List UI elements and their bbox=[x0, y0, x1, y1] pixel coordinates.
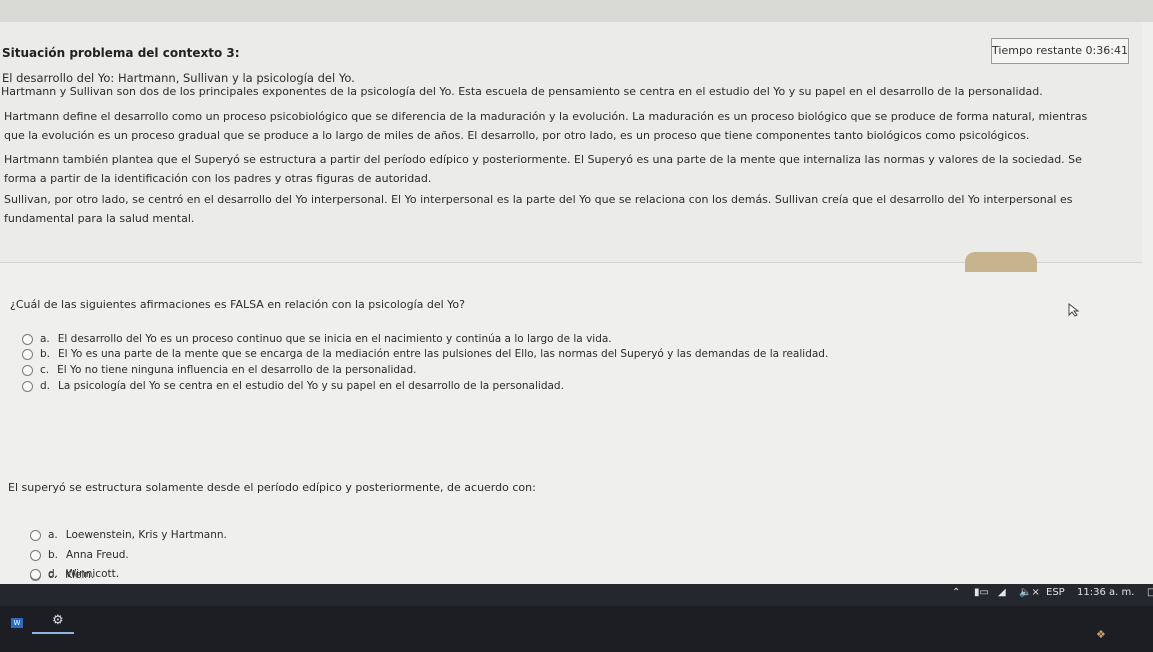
option-text: Loewenstein, Kris y Hartmann. bbox=[65, 529, 227, 541]
clock[interactable]: 11:36 a. m. bbox=[1077, 587, 1134, 598]
option-letter: c. bbox=[40, 364, 50, 376]
radio-button[interactable] bbox=[22, 333, 33, 345]
q2-option-a[interactable]: a. Loewenstein, Kris y Hartmann. bbox=[30, 529, 227, 541]
option-text: El Yo no tiene ninguna influencia en el … bbox=[57, 364, 417, 376]
battery-icon[interactable]: ▮▭ bbox=[974, 587, 989, 598]
question-2-text: El superyó se estructura solamente desde… bbox=[8, 481, 536, 494]
question-1-text: ¿Cuál de las siguientes afirmaciones es … bbox=[10, 298, 465, 311]
timer-display: Tiempo restante 0:36:41 bbox=[991, 38, 1129, 64]
context-paragraph: Sullivan, por otro lado, se centró en el… bbox=[4, 193, 1073, 225]
option-letter: d. bbox=[40, 380, 51, 392]
taskbar: W ⚙ ⌃ ▮▭ ◢ 🔈× ESP 11:36 a. m. □ ❖ bbox=[0, 584, 1153, 652]
language-indicator[interactable]: ESP bbox=[1046, 587, 1065, 598]
context-paragraph: Hartmann y Sullivan son dos de los princ… bbox=[1, 85, 1043, 98]
option-text: Winnicott. bbox=[66, 568, 120, 580]
wifi-icon[interactable]: ◢ bbox=[998, 587, 1006, 598]
mouse-cursor-icon bbox=[1068, 303, 1080, 317]
option-text: Anna Freud. bbox=[66, 549, 129, 561]
word-app-icon[interactable]: W bbox=[11, 618, 23, 628]
radio-button[interactable] bbox=[22, 364, 33, 376]
q1-option-a[interactable]: a. El desarrollo del Yo es un proceso co… bbox=[22, 333, 612, 345]
option-letter: b. bbox=[40, 348, 51, 360]
sticker-logo-icon: ❖ bbox=[1096, 628, 1106, 641]
radio-button[interactable] bbox=[22, 380, 33, 392]
option-text: La psicología del Yo se centra en el est… bbox=[58, 380, 564, 392]
notification-icon[interactable]: □ bbox=[1147, 587, 1153, 598]
section-divider-tab bbox=[965, 252, 1037, 272]
radio-button[interactable] bbox=[30, 568, 41, 580]
q2-option-b[interactable]: b. Anna Freud. bbox=[30, 549, 129, 561]
radio-button[interactable] bbox=[30, 529, 41, 541]
volume-muted-icon[interactable]: 🔈× bbox=[1019, 587, 1040, 598]
radio-button[interactable] bbox=[30, 549, 41, 561]
q1-option-b[interactable]: b. El Yo es una parte de la mente que se… bbox=[22, 348, 828, 360]
q2-option-d[interactable]: d. Winnicott. bbox=[30, 568, 119, 580]
radio-button[interactable] bbox=[22, 348, 33, 360]
option-letter: a. bbox=[48, 529, 58, 541]
option-text: El desarrollo del Yo es un proceso conti… bbox=[57, 333, 612, 345]
context-panel: Situación problema del contexto 3: Tiemp… bbox=[0, 22, 1142, 263]
option-letter: d. bbox=[48, 568, 59, 580]
q1-option-d[interactable]: d. La psicología del Yo se centra en el … bbox=[22, 380, 564, 392]
quiz-screen: Situación problema del contexto 3: Tiemp… bbox=[0, 22, 1153, 590]
context-paragraph: Hartmann también plantea que el Superyó … bbox=[4, 153, 1082, 185]
active-app-indicator bbox=[32, 632, 74, 634]
context-paragraph: Hartmann define el desarrollo como un pr… bbox=[4, 110, 1088, 142]
show-hidden-icons-chevron-icon[interactable]: ⌃ bbox=[952, 587, 960, 598]
option-letter: a. bbox=[40, 333, 50, 345]
q1-option-c[interactable]: c. El Yo no tiene ninguna influencia en … bbox=[22, 364, 417, 376]
page-title: Situación problema del contexto 3: bbox=[2, 46, 240, 60]
option-text: El Yo es una parte de la mente que se en… bbox=[58, 348, 829, 360]
settings-gear-icon[interactable]: ⚙ bbox=[52, 613, 64, 628]
option-letter: b. bbox=[48, 549, 59, 561]
